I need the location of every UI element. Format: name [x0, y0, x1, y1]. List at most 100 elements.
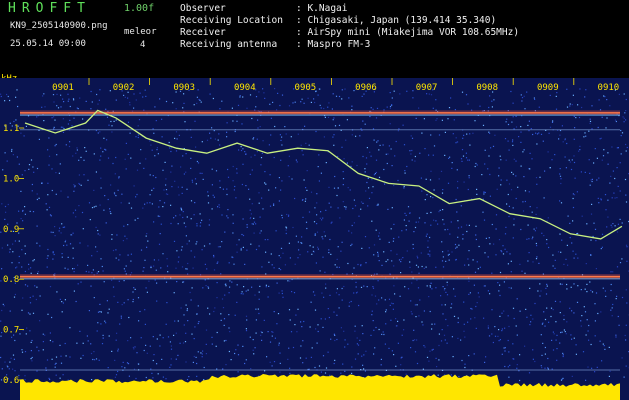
noise-dot — [543, 235, 545, 237]
noise-dot — [180, 307, 182, 309]
noise-dot — [364, 123, 366, 125]
noise-dot — [516, 334, 518, 336]
noise-dot — [408, 220, 410, 222]
noise-dot — [62, 302, 64, 304]
noise-dot — [85, 100, 87, 102]
noise-dot — [121, 366, 123, 368]
noise-dot — [170, 204, 172, 206]
noise-dot — [432, 107, 434, 109]
noise-dot — [4, 205, 7, 208]
noise-dot — [379, 238, 381, 240]
noise-dot — [378, 260, 380, 262]
noise-dot — [29, 296, 31, 299]
noise-dot — [505, 121, 507, 123]
noise-dot — [186, 268, 188, 270]
noise-dot — [67, 268, 69, 270]
noise-dot — [185, 268, 187, 270]
noise-dot — [36, 198, 38, 201]
noise-dot — [72, 98, 75, 100]
noise-dot — [508, 325, 510, 328]
noise-dot — [150, 368, 152, 370]
noise-dot — [83, 174, 85, 176]
noise-dot — [216, 262, 218, 264]
noise-dot — [95, 246, 97, 248]
noise-dot — [573, 155, 575, 157]
noise-dot — [41, 106, 43, 108]
noise-dot — [118, 176, 120, 178]
noise-dot — [625, 110, 627, 112]
noise-dot — [454, 243, 457, 246]
noise-dot — [1, 203, 3, 205]
noise-dot — [381, 264, 383, 266]
noise-dot — [393, 265, 395, 267]
noise-dot — [261, 266, 263, 268]
noise-dot — [193, 214, 195, 216]
noise-dot — [56, 105, 58, 107]
noise-dot — [550, 315, 552, 318]
noise-dot — [98, 99, 100, 101]
noise-dot — [333, 134, 335, 136]
noise-dot — [7, 95, 9, 98]
noise-dot — [156, 147, 158, 149]
noise-dot — [229, 286, 231, 288]
noise-dot — [255, 332, 257, 334]
noise-dot — [334, 359, 336, 361]
noise-dot — [507, 263, 509, 265]
noise-dot — [595, 268, 597, 270]
noise-dot — [270, 134, 272, 136]
noise-dot — [457, 220, 459, 222]
noise-dot — [44, 106, 46, 108]
noise-dot — [96, 93, 98, 96]
noise-dot — [572, 197, 574, 200]
noise-dot — [376, 141, 378, 143]
noise-dot — [380, 364, 382, 366]
noise-dot — [570, 334, 572, 336]
noise-dot — [32, 211, 35, 213]
noise-dot — [398, 128, 400, 130]
noise-dot — [395, 140, 397, 143]
noise-dot — [320, 172, 322, 174]
noise-dot — [81, 211, 84, 214]
noise-dot — [608, 375, 610, 377]
noise-dot — [336, 194, 338, 197]
noise-dot — [128, 375, 130, 377]
noise-dot — [137, 134, 139, 136]
noise-dot — [621, 222, 623, 224]
noise-dot — [274, 337, 276, 339]
noise-dot — [610, 175, 612, 177]
noise-dot — [165, 193, 168, 195]
noise-dot — [421, 265, 423, 268]
noise-dot — [232, 222, 234, 224]
noise-dot — [416, 362, 419, 365]
noise-dot — [175, 358, 177, 360]
noise-dot — [332, 119, 334, 121]
noise-dot — [513, 158, 515, 160]
noise-dot — [327, 351, 329, 353]
noise-dot — [344, 370, 346, 372]
noise-dot — [335, 292, 338, 294]
noise-dot — [311, 253, 313, 255]
noise-dot — [429, 285, 431, 287]
noise-dot — [19, 333, 21, 335]
noise-dot — [606, 99, 608, 101]
noise-dot — [548, 132, 550, 134]
noise-dot — [322, 326, 324, 328]
noise-dot — [405, 373, 407, 375]
noise-dot — [338, 307, 340, 309]
noise-dot — [360, 265, 362, 267]
noise-dot — [402, 124, 404, 126]
noise-dot — [226, 215, 228, 217]
noise-dot — [134, 288, 136, 290]
noise-dot — [228, 350, 230, 353]
noise-dot — [17, 105, 19, 108]
noise-dot — [238, 239, 240, 241]
noise-dot — [214, 138, 216, 140]
noise-dot — [175, 150, 178, 152]
noise-dot — [117, 301, 119, 303]
noise-dot — [148, 280, 150, 282]
noise-dot — [163, 189, 165, 191]
noise-dot — [281, 136, 283, 138]
noise-dot — [255, 96, 258, 98]
noise-dot — [507, 339, 509, 342]
noise-dot — [58, 230, 60, 232]
